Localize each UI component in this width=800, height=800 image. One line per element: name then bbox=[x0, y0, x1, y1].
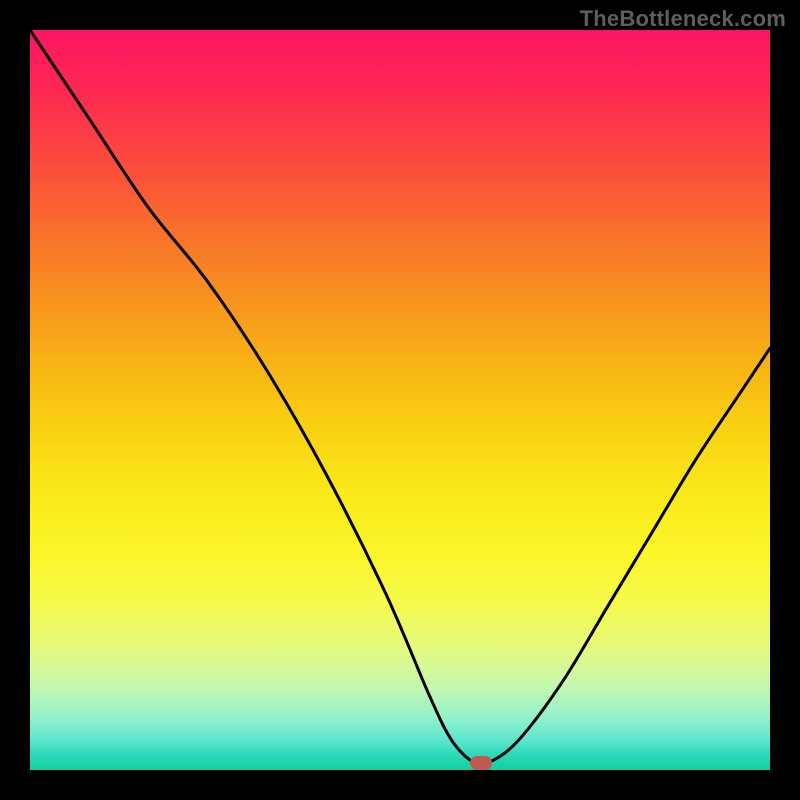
watermark-text: TheBottleneck.com bbox=[580, 6, 786, 32]
chart-stage: TheBottleneck.com bbox=[0, 0, 800, 800]
optimal-point-marker bbox=[470, 756, 492, 770]
bottleneck-curve bbox=[30, 30, 770, 770]
plot-area bbox=[30, 30, 770, 770]
